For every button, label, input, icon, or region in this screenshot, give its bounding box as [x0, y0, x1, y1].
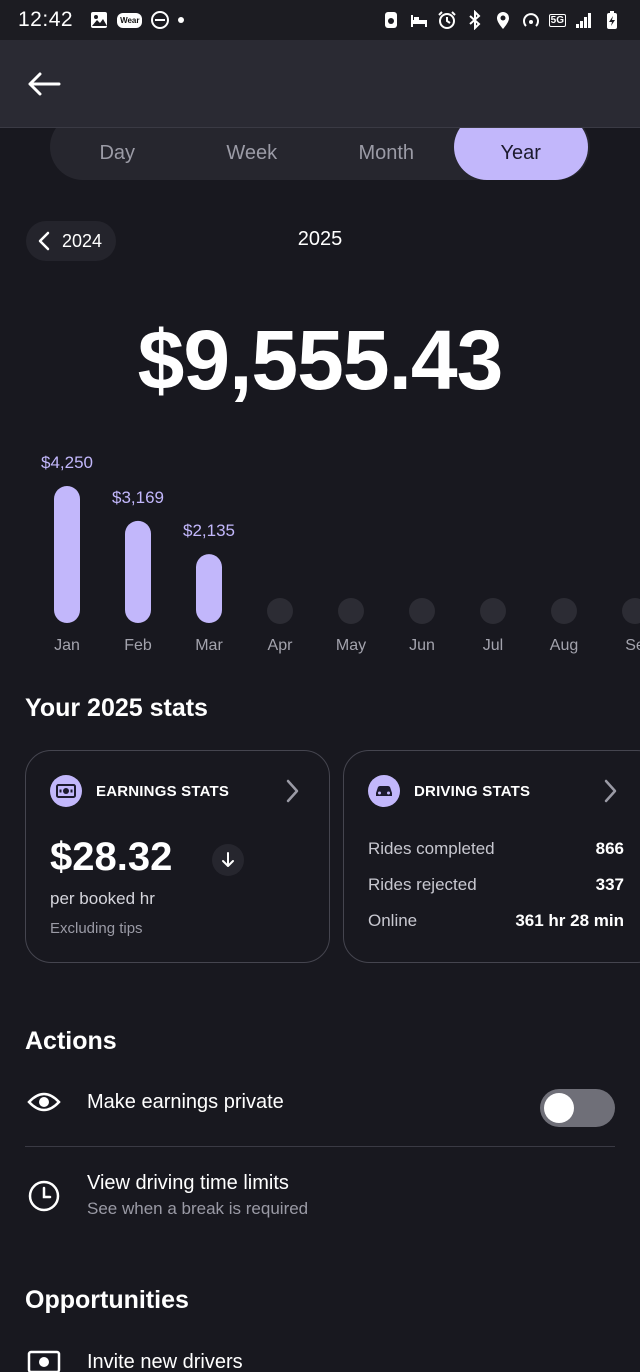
hotspot-icon — [521, 10, 541, 30]
battery-charging-icon — [602, 10, 622, 30]
value-label-jan: $4,250 — [41, 453, 93, 472]
stat-value: 361 hr 28 min — [515, 911, 624, 930]
rides-rejected-row: Rides rejected 337 — [368, 875, 624, 895]
status-time: 12:42 — [18, 8, 74, 31]
bar-aug[interactable] — [551, 598, 577, 624]
earnings-private-toggle[interactable] — [540, 1089, 615, 1127]
earnings-stats-card[interactable]: EARNINGS STATS $28.32 per booked hr Excl… — [25, 750, 330, 963]
bar-mar[interactable] — [196, 554, 222, 623]
back-button[interactable] — [22, 64, 66, 104]
location-icon — [493, 10, 513, 30]
driving-stats-title: DRIVING STATS — [414, 782, 531, 800]
make-earnings-private-label: Make earnings private — [87, 1090, 284, 1113]
car-icon — [368, 775, 400, 807]
wear-os-icon: Wear — [117, 12, 143, 28]
invite-new-drivers-row[interactable]: Invite new drivers — [25, 1350, 615, 1372]
view-driving-time-limits-label: View driving time limits — [87, 1172, 289, 1194]
driving-stats-card[interactable]: DRIVING STATS Rides completed 866 Rides … — [343, 750, 640, 963]
signal-icon — [574, 10, 594, 30]
value-label-mar: $2,135 — [183, 521, 235, 540]
stat-value: 337 — [595, 875, 624, 894]
chevron-right-icon — [286, 779, 299, 803]
make-earnings-private-row[interactable]: Make earnings private — [25, 1090, 615, 1114]
notification-dot-icon — [178, 17, 185, 23]
bar-jan[interactable] — [54, 486, 80, 623]
earnings-rate-unit: per booked hr — [50, 889, 155, 908]
month-label-mar: Mar — [195, 637, 223, 654]
month-label-jan: Jan — [54, 637, 80, 654]
monthly-earnings-chart: $4,250 Jan $3,169 Feb $2,135 Mar Apr May Jun Jul A… — [41, 453, 640, 654]
view-driving-time-limits-row[interactable]: View driving time limits See when a brea… — [25, 1172, 615, 1219]
clock-icon — [25, 1179, 63, 1213]
month-label-aug: Aug — [550, 637, 578, 654]
arrow-left-icon — [28, 72, 61, 96]
divider — [25, 1146, 615, 1147]
actions-title: Actions — [25, 1027, 117, 1055]
stat-label: Rides completed — [368, 839, 495, 858]
view-driving-time-limits-sub: See when a break is required — [87, 1199, 309, 1218]
total-earnings: $9,555.43 — [137, 313, 504, 407]
bar-se[interactable] — [622, 598, 640, 624]
rides-completed-row: Rides completed 866 — [368, 839, 624, 859]
do-not-disturb-icon — [150, 10, 170, 30]
month-label-feb: Feb — [124, 637, 152, 654]
bed-icon — [409, 10, 429, 30]
month-label-jul: Jul — [483, 637, 503, 654]
bluetooth-icon — [465, 10, 485, 30]
stat-value: 866 — [595, 839, 624, 858]
invite-new-drivers-label: Invite new drivers — [87, 1350, 243, 1372]
bar-jun[interactable] — [409, 598, 435, 624]
bar-feb[interactable] — [125, 520, 151, 623]
status-notification-icons: Wear — [89, 10, 185, 30]
month-label-apr: Apr — [268, 637, 294, 654]
bar-may[interactable] — [338, 598, 364, 624]
current-year-label: 2025 — [297, 228, 343, 250]
bar-jul[interactable] — [480, 598, 506, 624]
arrow-down-icon — [212, 844, 244, 876]
bar-apr[interactable] — [267, 598, 293, 624]
stat-label: Online — [368, 911, 418, 930]
alarm-icon — [437, 10, 457, 30]
month-label-jun: Jun — [409, 637, 435, 654]
online-time-row: Online 361 hr 28 min — [368, 911, 624, 931]
stats-title: Your 2025 stats — [25, 694, 208, 722]
value-label-feb: $3,169 — [112, 488, 164, 507]
gallery-icon — [89, 10, 109, 30]
stat-label: Rides rejected — [368, 875, 477, 894]
app-header — [0, 40, 640, 128]
recycle-icon — [381, 10, 401, 30]
money-icon — [50, 775, 82, 807]
toggle-knob — [544, 1093, 574, 1123]
opportunities-title: Opportunities — [25, 1286, 189, 1314]
earnings-rate-note: Excluding tips — [50, 920, 143, 937]
month-label-se: Se — [625, 637, 640, 654]
month-label-may: May — [336, 637, 366, 654]
status-bar: 12:42 Wear 5G — [0, 0, 640, 40]
eye-icon — [25, 1090, 63, 1114]
status-system-icons: 5G — [381, 10, 622, 30]
chevron-right-icon — [604, 779, 617, 803]
earnings-stats-title: EARNINGS STATS — [96, 782, 230, 800]
earnings-rate: $28.32 — [50, 835, 173, 879]
money-icon — [25, 1350, 63, 1372]
network-5g-icon: 5G — [548, 13, 566, 27]
